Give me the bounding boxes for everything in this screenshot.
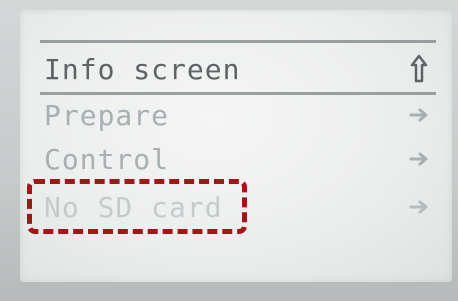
annotation-dashed-highlight xyxy=(27,179,247,234)
menu-title: Info screen xyxy=(44,53,241,86)
menu-title-row[interactable]: Info screen xyxy=(40,48,436,92)
arrow-right-icon xyxy=(409,200,428,214)
menu-item-prepare[interactable]: Prepare xyxy=(40,94,436,138)
menu-top-rule xyxy=(40,40,436,43)
menu-item-control[interactable]: Control xyxy=(40,138,436,182)
menu-item-label: Prepare xyxy=(44,99,170,132)
arrow-right-icon xyxy=(409,152,428,166)
arrow-right-icon xyxy=(409,108,428,122)
arrow-up-icon xyxy=(410,54,428,83)
menu-item-label: Control xyxy=(44,143,170,176)
